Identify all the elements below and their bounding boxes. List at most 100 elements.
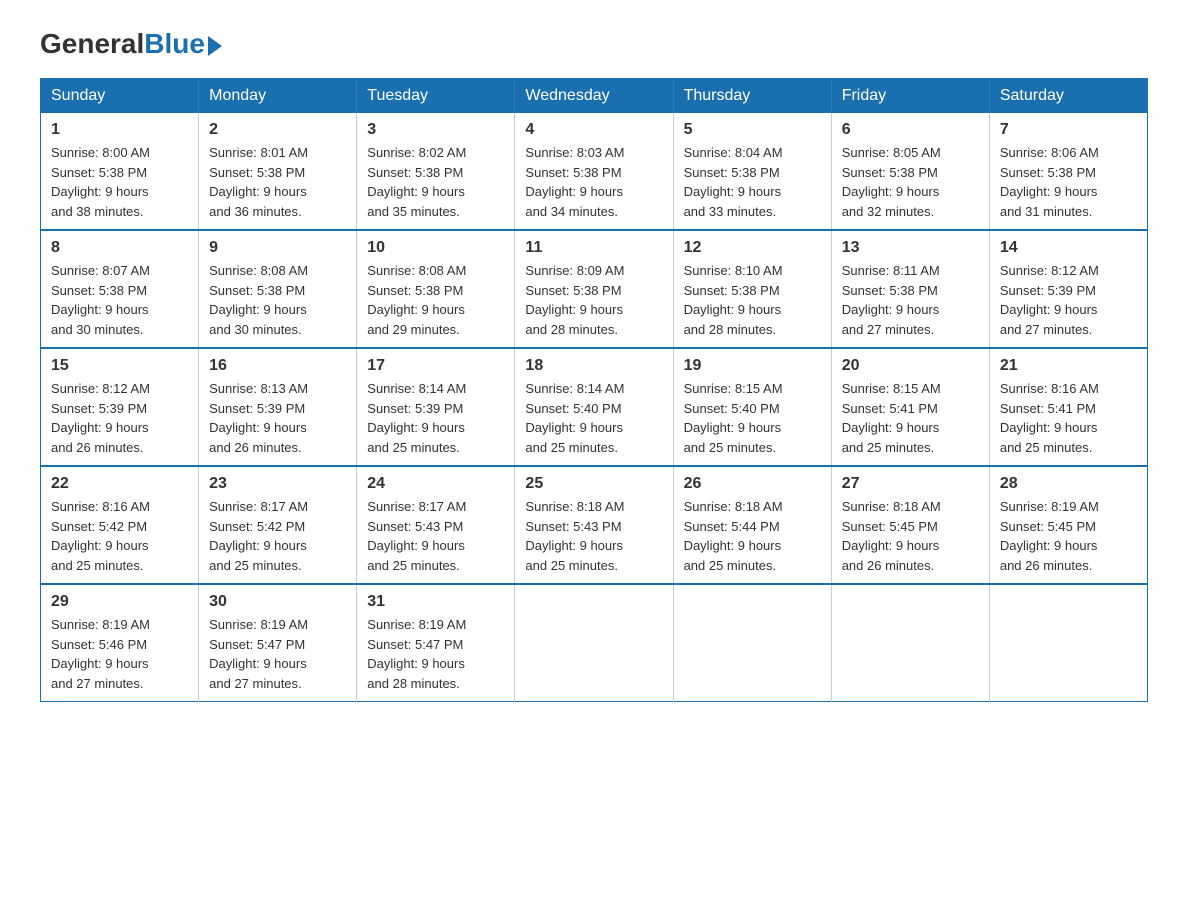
logo: General Blue	[40, 30, 222, 58]
day-info: Sunrise: 8:17 AMSunset: 5:42 PMDaylight:…	[209, 497, 346, 575]
calendar-week-row: 15 Sunrise: 8:12 AMSunset: 5:39 PMDayligh…	[41, 348, 1148, 466]
weekday-header-thursday: Thursday	[673, 79, 831, 114]
day-number: 23	[209, 475, 346, 493]
calendar-cell: 4 Sunrise: 8:03 AMSunset: 5:38 PMDaylight…	[515, 113, 673, 230]
day-number: 17	[367, 357, 504, 375]
day-info: Sunrise: 8:16 AMSunset: 5:41 PMDaylight:…	[1000, 379, 1137, 457]
weekday-header-row: SundayMondayTuesdayWednesdayThursdayFrid…	[41, 79, 1148, 114]
day-number: 31	[367, 593, 504, 611]
calendar-cell: 11 Sunrise: 8:09 AMSunset: 5:38 PMDayligh…	[515, 230, 673, 348]
calendar-body: 1Sunrise: 8:00 AMSunset: 5:38 PMDaylight…	[41, 113, 1148, 702]
day-number: 8	[51, 239, 188, 257]
day-number: 9	[209, 239, 346, 257]
weekday-header-wednesday: Wednesday	[515, 79, 673, 114]
weekday-header-tuesday: Tuesday	[357, 79, 515, 114]
day-info: Sunrise: 8:19 AMSunset: 5:45 PMDaylight:…	[1000, 497, 1137, 575]
calendar-table: SundayMondayTuesdayWednesdayThursdayFrid…	[40, 78, 1148, 702]
day-info: Sunrise: 8:14 AMSunset: 5:40 PMDaylight:…	[525, 379, 662, 457]
day-number: 19	[684, 357, 821, 375]
weekday-header-monday: Monday	[199, 79, 357, 114]
calendar-cell: 18 Sunrise: 8:14 AMSunset: 5:40 PMDayligh…	[515, 348, 673, 466]
calendar-cell: 12Sunrise: 8:10 AMSunset: 5:38 PMDayligh…	[673, 230, 831, 348]
day-number: 12	[684, 239, 821, 257]
calendar-cell: 13Sunrise: 8:11 AMSunset: 5:38 PMDayligh…	[831, 230, 989, 348]
calendar-cell: 14 Sunrise: 8:12 AMSunset: 5:39 PMDayligh…	[989, 230, 1147, 348]
day-number: 2	[209, 121, 346, 139]
calendar-cell	[515, 584, 673, 702]
day-number: 11	[525, 239, 662, 257]
calendar-cell: 21 Sunrise: 8:16 AMSunset: 5:41 PMDayligh…	[989, 348, 1147, 466]
day-info: Sunrise: 8:19 AMSunset: 5:47 PMDaylight:…	[209, 615, 346, 693]
weekday-header-sunday: Sunday	[41, 79, 199, 114]
day-number: 16	[209, 357, 346, 375]
calendar-cell: 26Sunrise: 8:18 AMSunset: 5:44 PMDayligh…	[673, 466, 831, 584]
day-info: Sunrise: 8:15 AMSunset: 5:40 PMDaylight:…	[684, 379, 821, 457]
page-header: General Blue	[40, 30, 1148, 58]
day-info: Sunrise: 8:02 AMSunset: 5:38 PMDaylight:…	[367, 143, 504, 221]
day-info: Sunrise: 8:06 AMSunset: 5:38 PMDaylight:…	[1000, 143, 1137, 221]
day-number: 18	[525, 357, 662, 375]
calendar-cell: 8 Sunrise: 8:07 AMSunset: 5:38 PMDaylight…	[41, 230, 199, 348]
day-number: 30	[209, 593, 346, 611]
day-number: 22	[51, 475, 188, 493]
day-info: Sunrise: 8:14 AMSunset: 5:39 PMDaylight:…	[367, 379, 504, 457]
day-info: Sunrise: 8:12 AMSunset: 5:39 PMDaylight:…	[51, 379, 188, 457]
day-number: 21	[1000, 357, 1137, 375]
day-info: Sunrise: 8:19 AMSunset: 5:47 PMDaylight:…	[367, 615, 504, 693]
day-number: 14	[1000, 239, 1137, 257]
calendar-cell: 6 Sunrise: 8:05 AMSunset: 5:38 PMDaylight…	[831, 113, 989, 230]
day-info: Sunrise: 8:18 AMSunset: 5:45 PMDaylight:…	[842, 497, 979, 575]
day-info: Sunrise: 8:01 AMSunset: 5:38 PMDaylight:…	[209, 143, 346, 221]
logo-general-text: General	[40, 30, 144, 58]
day-number: 24	[367, 475, 504, 493]
day-number: 27	[842, 475, 979, 493]
calendar-header: SundayMondayTuesdayWednesdayThursdayFrid…	[41, 79, 1148, 114]
day-info: Sunrise: 8:07 AMSunset: 5:38 PMDaylight:…	[51, 261, 188, 339]
calendar-cell: 17 Sunrise: 8:14 AMSunset: 5:39 PMDayligh…	[357, 348, 515, 466]
calendar-week-row: 8 Sunrise: 8:07 AMSunset: 5:38 PMDaylight…	[41, 230, 1148, 348]
calendar-cell: 1Sunrise: 8:00 AMSunset: 5:38 PMDaylight…	[41, 113, 199, 230]
calendar-cell	[831, 584, 989, 702]
day-info: Sunrise: 8:16 AMSunset: 5:42 PMDaylight:…	[51, 497, 188, 575]
calendar-cell: 5 Sunrise: 8:04 AMSunset: 5:38 PMDaylight…	[673, 113, 831, 230]
day-info: Sunrise: 8:05 AMSunset: 5:38 PMDaylight:…	[842, 143, 979, 221]
day-number: 5	[684, 121, 821, 139]
calendar-cell: 7 Sunrise: 8:06 AMSunset: 5:38 PMDaylight…	[989, 113, 1147, 230]
weekday-header-saturday: Saturday	[989, 79, 1147, 114]
day-info: Sunrise: 8:03 AMSunset: 5:38 PMDaylight:…	[525, 143, 662, 221]
calendar-cell: 10Sunrise: 8:08 AMSunset: 5:38 PMDayligh…	[357, 230, 515, 348]
day-number: 3	[367, 121, 504, 139]
day-number: 6	[842, 121, 979, 139]
day-info: Sunrise: 8:12 AMSunset: 5:39 PMDaylight:…	[1000, 261, 1137, 339]
logo-arrow-icon	[208, 36, 222, 56]
day-number: 15	[51, 357, 188, 375]
day-info: Sunrise: 8:08 AMSunset: 5:38 PMDaylight:…	[367, 261, 504, 339]
calendar-cell: 19 Sunrise: 8:15 AMSunset: 5:40 PMDayligh…	[673, 348, 831, 466]
day-number: 28	[1000, 475, 1137, 493]
day-number: 7	[1000, 121, 1137, 139]
calendar-cell: 31 Sunrise: 8:19 AMSunset: 5:47 PMDayligh…	[357, 584, 515, 702]
weekday-header-friday: Friday	[831, 79, 989, 114]
calendar-cell: 25 Sunrise: 8:18 AMSunset: 5:43 PMDayligh…	[515, 466, 673, 584]
logo-blue-text: Blue	[144, 30, 205, 58]
day-info: Sunrise: 8:18 AMSunset: 5:43 PMDaylight:…	[525, 497, 662, 575]
calendar-week-row: 1Sunrise: 8:00 AMSunset: 5:38 PMDaylight…	[41, 113, 1148, 230]
calendar-cell: 23 Sunrise: 8:17 AMSunset: 5:42 PMDayligh…	[199, 466, 357, 584]
day-info: Sunrise: 8:17 AMSunset: 5:43 PMDaylight:…	[367, 497, 504, 575]
day-number: 25	[525, 475, 662, 493]
day-number: 29	[51, 593, 188, 611]
day-info: Sunrise: 8:04 AMSunset: 5:38 PMDaylight:…	[684, 143, 821, 221]
day-info: Sunrise: 8:15 AMSunset: 5:41 PMDaylight:…	[842, 379, 979, 457]
calendar-cell: 24 Sunrise: 8:17 AMSunset: 5:43 PMDayligh…	[357, 466, 515, 584]
day-info: Sunrise: 8:18 AMSunset: 5:44 PMDaylight:…	[684, 497, 821, 575]
day-info: Sunrise: 8:11 AMSunset: 5:38 PMDaylight:…	[842, 261, 979, 339]
calendar-cell: 16 Sunrise: 8:13 AMSunset: 5:39 PMDayligh…	[199, 348, 357, 466]
calendar-cell: 2 Sunrise: 8:01 AMSunset: 5:38 PMDaylight…	[199, 113, 357, 230]
day-number: 4	[525, 121, 662, 139]
day-info: Sunrise: 8:08 AMSunset: 5:38 PMDaylight:…	[209, 261, 346, 339]
calendar-week-row: 22 Sunrise: 8:16 AMSunset: 5:42 PMDayligh…	[41, 466, 1148, 584]
day-info: Sunrise: 8:13 AMSunset: 5:39 PMDaylight:…	[209, 379, 346, 457]
calendar-week-row: 29Sunrise: 8:19 AMSunset: 5:46 PMDayligh…	[41, 584, 1148, 702]
day-info: Sunrise: 8:09 AMSunset: 5:38 PMDaylight:…	[525, 261, 662, 339]
calendar-cell: 30 Sunrise: 8:19 AMSunset: 5:47 PMDayligh…	[199, 584, 357, 702]
